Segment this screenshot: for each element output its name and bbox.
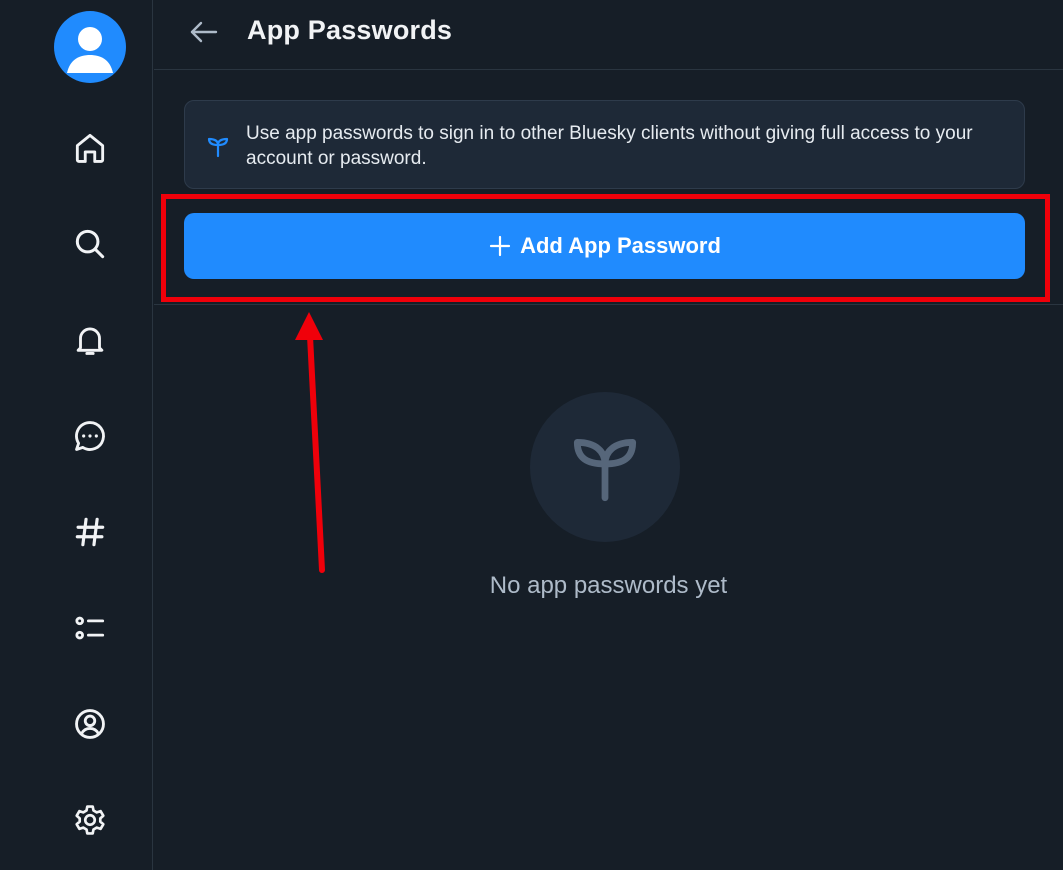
page-title: App Passwords <box>247 15 453 45</box>
nav-home[interactable] <box>68 126 112 170</box>
gear-icon <box>75 805 105 835</box>
arrow-left-icon <box>190 21 218 43</box>
back-button[interactable] <box>184 14 224 50</box>
sprout-icon <box>207 137 229 158</box>
sidebar <box>0 0 153 870</box>
highlight-box <box>161 194 1050 302</box>
nav-chat[interactable] <box>68 414 112 458</box>
search-icon <box>75 229 105 259</box>
divider <box>154 304 1063 305</box>
home-icon <box>75 133 105 163</box>
user-avatar[interactable] <box>54 11 126 83</box>
bell-icon <box>76 327 104 355</box>
nav-profile[interactable] <box>68 702 112 746</box>
nav-search[interactable] <box>68 222 112 266</box>
main-content: App Passwords Use app passwords to sign … <box>154 0 1063 870</box>
page-header: App Passwords <box>154 0 1063 70</box>
empty-state-text: No app passwords yet <box>489 572 728 599</box>
list-icon <box>75 616 105 640</box>
default-avatar-icon <box>67 27 113 73</box>
nav-settings[interactable] <box>68 798 112 842</box>
nav-lists[interactable] <box>68 606 112 650</box>
info-box: Use app passwords to sign in to other Bl… <box>184 100 1025 189</box>
nav-notifications[interactable] <box>68 318 112 362</box>
empty-state-icon-circle <box>530 392 680 542</box>
chat-bubble-icon <box>75 421 105 451</box>
nav-feeds[interactable] <box>68 510 112 554</box>
sprout-icon <box>573 439 637 502</box>
user-circle-icon <box>75 709 105 739</box>
hashtag-icon <box>75 517 105 547</box>
info-text: Use app passwords to sign in to other Bl… <box>246 123 973 169</box>
